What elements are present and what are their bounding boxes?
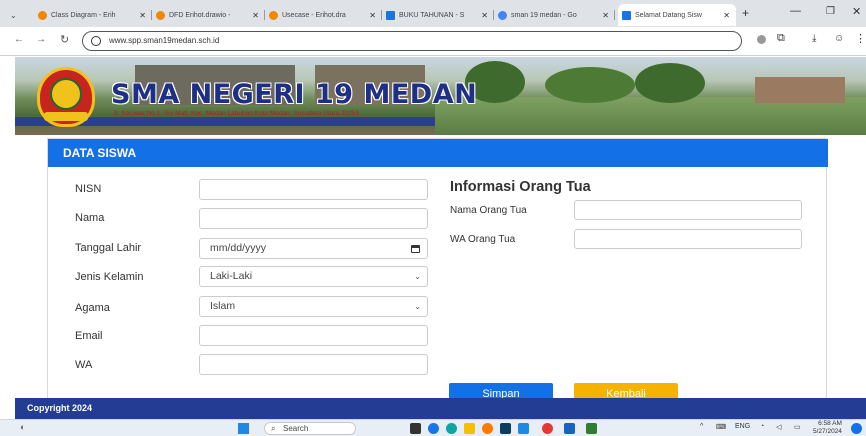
school-name: SMA NEGERI 19 MEDAN [111,79,478,110]
forward-icon[interactable]: → [36,34,46,45]
chevron-down-icon: ⌄ [414,302,421,311]
browser-tab[interactable]: Class Diagram - Erih ✕ [34,4,152,26]
close-window-icon[interactable]: ✕ [852,5,861,18]
close-icon[interactable]: ✕ [252,11,259,20]
site-info-icon[interactable] [91,36,101,46]
profile-dot-icon[interactable] [757,35,766,44]
close-icon[interactable]: ✕ [481,11,488,20]
back-icon[interactable]: ← [14,34,24,45]
school-banner: SMA NEGERI 19 MEDAN Jl. Saruwai No.1, Se… [15,57,866,135]
browser-tab[interactable]: Usecase - Erihot.dra ✕ [265,4,382,26]
tree [545,67,635,103]
building [755,77,845,103]
chrome-icon[interactable] [542,423,553,434]
calendar-icon[interactable] [411,245,420,253]
nama-orang-tua-label: Nama Orang Tua [450,205,527,216]
volume-icon[interactable]: ◁ [776,423,781,431]
agama-label: Agama [75,302,110,314]
windows-start-icon[interactable] [238,423,249,434]
jenis-kelamin-select[interactable]: Laki-Laki ⌄ [199,266,428,287]
wa-orang-tua-input[interactable] [574,229,802,249]
notification-icon[interactable] [851,423,862,434]
wa-label: WA [75,359,93,371]
excel-icon[interactable] [586,423,597,434]
search-icon: ⌕ [271,424,276,433]
browser-tab[interactable]: DFD Erihot.drawio - ✕ [152,4,265,26]
wa-input[interactable] [199,354,428,375]
browser-tab-bar: ⌄ Class Diagram - Erih ✕ DFD Erihot.draw… [0,0,866,27]
chevron-up-icon[interactable]: ^ [700,423,703,430]
app-icon[interactable] [482,423,493,434]
taskbar-search[interactable]: ⌕ Search [264,422,356,435]
chevron-down-icon: ⌄ [414,272,421,281]
wifi-icon[interactable]: ◔ [760,423,764,430]
chat-icon[interactable] [428,423,439,434]
nama-orang-tua-input[interactable] [574,200,802,220]
language-indicator[interactable]: ENG [735,423,750,430]
file-explorer-icon[interactable] [464,423,475,434]
address-bar-row: ← → ↻ www.spp.sman19medan.sch.id ⧉ ⤓ ☺ ⋮ [0,27,866,56]
word-icon[interactable] [564,423,575,434]
widgets-icon[interactable]: ◐ [20,422,25,432]
sheet-icon [386,10,395,20]
nisn-label: NISN [75,183,102,195]
restore-icon[interactable]: ❐ [826,6,835,17]
task-view-icon[interactable] [410,423,421,434]
google-icon [498,10,507,20]
school-logo [37,67,95,127]
email-input[interactable] [199,325,428,346]
page-footer: Copyright 2024 [15,398,866,419]
logo-emblem [50,78,82,110]
tanggal-lahir-input[interactable]: mm/dd/yyyy [199,238,428,259]
edge-icon[interactable] [446,423,457,434]
close-icon[interactable]: ✕ [369,11,376,20]
wa-orang-tua-label: WA Orang Tua [450,234,516,245]
agama-select[interactable]: Islam ⌄ [199,296,428,317]
clock[interactable]: 6:58 AM 5/27/2024 [813,420,842,436]
keyboard-icon[interactable]: ⌨ [716,423,726,431]
close-icon[interactable]: ✕ [602,11,609,20]
new-tab-icon[interactable]: + [742,6,749,20]
browser-tab[interactable]: BUKU TAHUNAN - S ✕ [382,4,494,26]
url-input[interactable]: www.spp.sman19medan.sch.id [82,31,742,51]
reload-icon[interactable]: ↻ [60,33,69,46]
app-icon[interactable] [518,423,529,434]
download-icon[interactable]: ⤓ [812,33,816,44]
drawio-icon [38,10,47,20]
chevron-down-icon: ⌄ [10,10,17,20]
drawio-icon [156,10,165,20]
windows-taskbar: ◐ ⌕ Search ^ ⌨ ENG ◔ ◁ ▭ 6:58 AM 5/27/20… [0,419,866,436]
photoshop-icon[interactable] [500,423,511,434]
menu-icon[interactable]: ⋮ [855,32,866,45]
tab-search-menu[interactable]: ⌄ [0,4,30,26]
logo-ribbon [44,112,88,121]
tree [635,63,705,103]
student-data-card: DATA SISWA NISN Nama Tanggal Lahir mm/dd… [47,138,828,403]
parent-info-title: Informasi Orang Tua [450,179,591,195]
jenis-kelamin-label: Jenis Kelamin [75,271,144,283]
email-label: Email [75,330,103,342]
close-icon[interactable]: ✕ [723,11,730,20]
card-title: DATA SISWA [48,139,828,167]
profile-icon[interactable]: ☺ [834,33,844,44]
browser-tab[interactable]: sman 19 medan - Go ✕ [494,4,615,26]
tanggal-lahir-label: Tanggal Lahir [75,242,142,254]
nama-label: Nama [75,212,105,224]
close-icon[interactable]: ✕ [139,11,146,20]
browser-tab-active[interactable]: Selamat Datang Sisw ✕ [618,4,736,26]
nama-input[interactable] [199,208,428,229]
nisn-input[interactable] [199,179,428,200]
extensions-icon[interactable]: ⧉ [777,32,785,45]
school-address: Jl. Saruwai No.1, Sei Mati, Kec. Medan L… [113,110,360,117]
minimize-icon[interactable]: — [790,5,801,17]
site-icon [622,10,631,20]
drawio-icon [269,10,278,20]
battery-icon[interactable]: ▭ [794,423,801,431]
